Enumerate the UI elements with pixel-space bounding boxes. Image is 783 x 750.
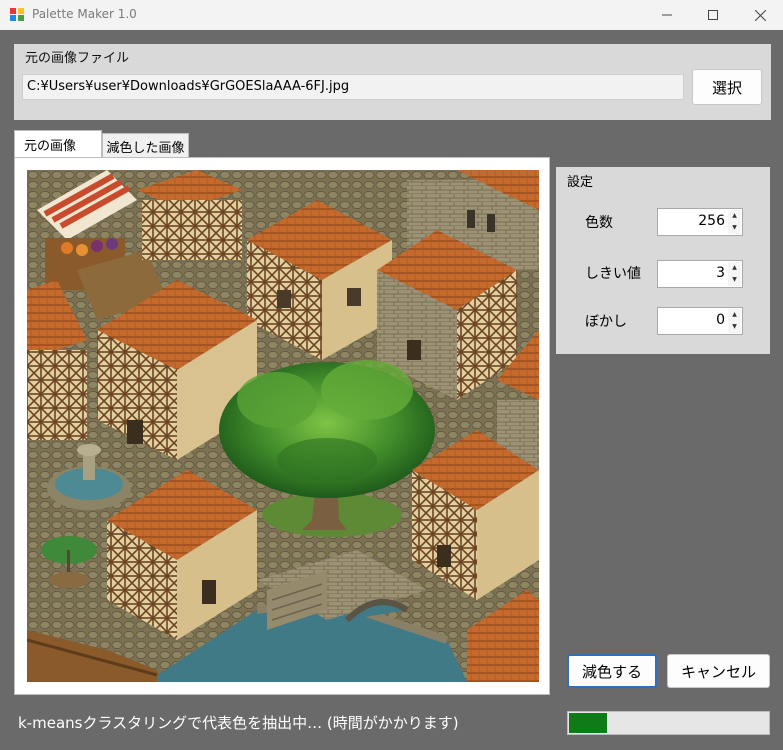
source-file-label: 元の画像ファイル	[25, 51, 130, 66]
settings-title: 設定	[567, 175, 594, 190]
reduce-colors-button[interactable]: 減色する	[567, 654, 657, 688]
source-image-preview	[27, 170, 539, 682]
progress-fill	[569, 713, 607, 733]
source-file-group: 元の画像ファイル C:¥Users¥user¥Downloads¥GrGOESl…	[14, 44, 771, 120]
color-count-label: 色数	[585, 215, 613, 231]
color-count-spinbox[interactable]: 256 ▲ ▼	[657, 208, 743, 236]
spin-down-arrow-icon[interactable]: ▼	[728, 222, 741, 234]
threshold-spinbox[interactable]: 3 ▲ ▼	[657, 260, 743, 288]
isometric-town-illustration	[27, 170, 539, 682]
maximize-button[interactable]	[690, 0, 736, 30]
select-file-button[interactable]: 選択	[692, 69, 762, 105]
progress-bar	[567, 711, 770, 735]
color-count-value[interactable]: 256	[698, 213, 725, 229]
color-count-spin-arrows: ▲ ▼	[728, 210, 741, 234]
title-bar: Palette Maker 1.0	[0, 0, 783, 30]
tab-original-image[interactable]: 元の画像	[14, 130, 102, 158]
maximize-icon	[708, 10, 718, 20]
blur-value[interactable]: 0	[716, 312, 725, 328]
window-title: Palette Maker 1.0	[32, 7, 137, 21]
file-path-input[interactable]: C:¥Users¥user¥Downloads¥GrGOESlaAAA-6FJ.…	[22, 74, 684, 100]
minimize-icon	[662, 14, 672, 16]
spin-down-arrow-icon[interactable]: ▼	[728, 321, 741, 333]
blur-label: ぼかし	[585, 314, 627, 330]
blur-spinbox[interactable]: 0 ▲ ▼	[657, 307, 743, 335]
palette-app-icon	[10, 8, 24, 21]
threshold-label: しきい値	[585, 266, 641, 282]
tab-reduced-image[interactable]: 減色した画像	[102, 133, 189, 158]
status-message: k-meansクラスタリングで代表色を抽出中… (時間がかかります)	[18, 714, 459, 732]
threshold-spin-arrows: ▲ ▼	[728, 262, 741, 286]
settings-group: 設定 色数 256 ▲ ▼ しきい値 3 ▲ ▼ ぼかし 0 ▲ ▼	[556, 167, 770, 354]
threshold-value[interactable]: 3	[716, 265, 725, 281]
spin-down-arrow-icon[interactable]: ▼	[728, 274, 741, 286]
image-tab-panel	[14, 157, 550, 695]
cancel-button[interactable]: キャンセル	[667, 654, 770, 688]
close-button[interactable]	[737, 0, 783, 30]
close-icon	[754, 9, 766, 21]
blur-spin-arrows: ▲ ▼	[728, 309, 741, 333]
minimize-button[interactable]	[644, 0, 690, 30]
